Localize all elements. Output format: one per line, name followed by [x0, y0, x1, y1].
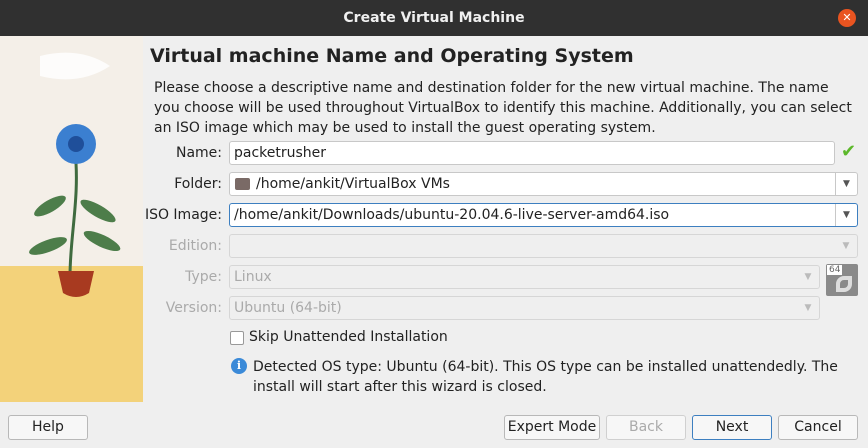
help-button[interactable]: Help: [8, 415, 88, 440]
version-select: Ubuntu (64-bit) ▼: [229, 296, 820, 320]
iso-label: ISO Image:: [144, 207, 222, 223]
folder-select[interactable]: /home/ankit/VirtualBox VMs ▼: [229, 172, 858, 196]
page-title: Virtual machine Name and Operating Syste…: [150, 45, 634, 67]
os-type-icon: 64: [826, 264, 858, 296]
type-select: Linux ▼: [229, 265, 820, 289]
expert-mode-button[interactable]: Expert Mode: [504, 415, 600, 440]
folder-value: /home/ankit/VirtualBox VMs: [256, 176, 450, 192]
os-logo: [836, 276, 852, 292]
window-title: Create Virtual Machine: [343, 10, 525, 26]
skip-unattended-checkbox[interactable]: [230, 331, 244, 345]
type-value: Linux: [234, 269, 272, 285]
title-bar: Create Virtual Machine ✕: [0, 0, 868, 36]
version-label: Version:: [165, 300, 222, 316]
chevron-down-icon: ▼: [804, 272, 812, 282]
edition-select: ▼: [229, 234, 858, 258]
chevron-down-icon[interactable]: ▼: [835, 204, 857, 226]
type-label: Type:: [185, 269, 222, 285]
chevron-down-icon: ▼: [842, 241, 850, 251]
wizard-illustration: [0, 36, 143, 402]
chevron-down-icon: ▼: [804, 303, 812, 313]
name-label: Name:: [175, 145, 222, 161]
folder-label: Folder:: [174, 176, 222, 192]
iso-value: /home/ankit/Downloads/ubuntu-20.04.6-liv…: [234, 207, 670, 223]
description: Please choose a descriptive name and des…: [154, 80, 852, 136]
chevron-down-icon[interactable]: ▼: [835, 173, 857, 195]
name-value: packetrusher: [234, 145, 327, 161]
back-button: Back: [606, 415, 686, 440]
iso-select[interactable]: /home/ankit/Downloads/ubuntu-20.04.6-liv…: [229, 203, 858, 227]
edition-label: Edition:: [168, 238, 222, 254]
folder-icon: [235, 178, 250, 190]
close-button[interactable]: ✕: [838, 9, 856, 27]
next-button[interactable]: Next: [692, 415, 772, 440]
version-value: Ubuntu (64-bit): [234, 300, 342, 316]
cancel-button[interactable]: Cancel: [778, 415, 858, 440]
name-input[interactable]: packetrusher: [229, 141, 835, 165]
os-badge: 64: [827, 265, 843, 275]
valid-check-icon: ✔: [841, 141, 857, 162]
skip-unattended-label[interactable]: Skip Unattended Installation: [249, 329, 448, 345]
info-text: Detected OS type: Ubuntu (64-bit). This …: [253, 359, 838, 395]
info-icon: i: [231, 358, 247, 374]
